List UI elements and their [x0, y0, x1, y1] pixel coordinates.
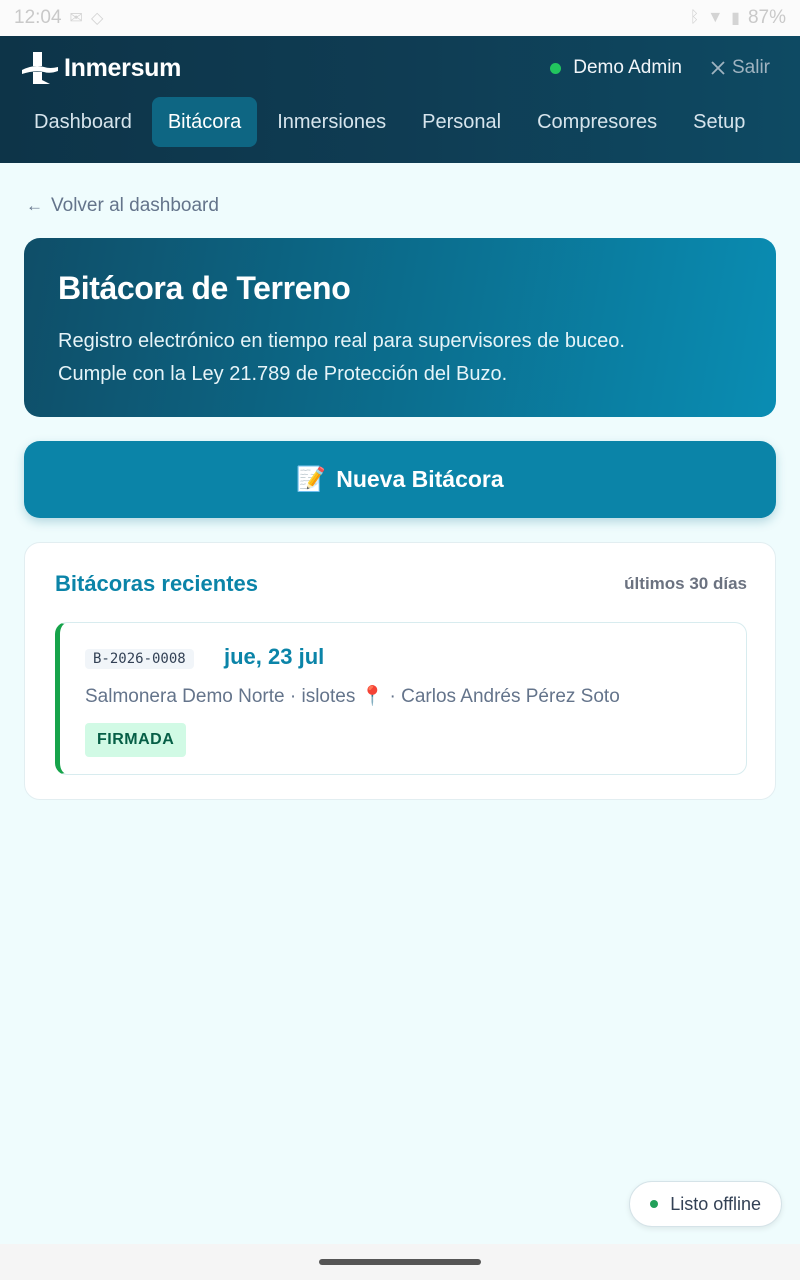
bitacora-date: jue, 23 jul: [224, 644, 325, 669]
offline-status-chip: Listo offline: [629, 1181, 782, 1227]
app-header: Inmersum Demo Admin Salir Dashboard Bitá…: [0, 36, 800, 163]
bitacora-code: B-2026-0008: [85, 649, 194, 669]
tab-inmersiones[interactable]: Inmersiones: [261, 97, 402, 147]
tab-setup[interactable]: Setup: [677, 97, 761, 147]
status-bar-left: 12:04 ✉ ◇: [14, 7, 103, 29]
description-line-1: Registro electrónico en tiempo real para…: [58, 330, 625, 352]
description-line-2: Cumple con la Ley 21.789 de Protección d…: [58, 363, 508, 385]
arrow-left-icon: ←: [26, 196, 43, 215]
offline-label: Listo offline: [670, 1193, 761, 1214]
inmersum-logo-icon: [22, 52, 58, 84]
recent-bitacoras-panel: Bitácoras recientes últimos 30 días B-20…: [24, 542, 776, 800]
back-to-dashboard-link[interactable]: ← Volver al dashboard: [26, 195, 219, 217]
main-nav: Dashboard Bitácora Inmersiones Personal …: [18, 97, 761, 147]
hero-banner: Bitácora de Terreno Registro electrónico…: [24, 238, 776, 417]
current-user: Demo Admin: [550, 57, 682, 79]
tab-dashboard[interactable]: Dashboard: [18, 97, 148, 147]
status-time: 12:04: [14, 7, 62, 28]
new-bitacora-button[interactable]: 📝 Nueva Bitácora: [24, 441, 776, 518]
back-label: Volver al dashboard: [51, 195, 219, 216]
status-badge: FIRMADA: [85, 723, 187, 757]
battery-level: 87%: [747, 7, 786, 28]
notification-icon: ◇: [90, 10, 104, 27]
logout-button[interactable]: Salir: [710, 57, 770, 79]
brand-logo[interactable]: Inmersum: [20, 50, 181, 86]
recent-title: Bitácoras recientes: [55, 571, 258, 596]
wifi-icon: ▼: [707, 9, 724, 26]
home-gesture-handle[interactable]: [319, 1259, 481, 1265]
tab-bitacora[interactable]: Bitácora: [151, 97, 258, 147]
tab-compresores[interactable]: Compresores: [521, 97, 673, 147]
memo-icon: 📝: [296, 466, 327, 493]
page-title: Bitácora de Terreno: [58, 270, 351, 306]
user-name: Demo Admin: [573, 57, 682, 78]
online-status-dot: [550, 62, 562, 74]
mail-icon: ✉: [69, 10, 83, 27]
tab-personal[interactable]: Personal: [406, 97, 517, 147]
recent-range: últimos 30 días: [624, 574, 747, 593]
battery-icon: ▮: [731, 10, 740, 27]
bluetooth-icon: ᛒ: [689, 9, 700, 26]
bitacora-meta: Salmonera Demo Norte · islotes 📍 · Carlo…: [85, 686, 620, 707]
status-bar-right: ᛒ ▼ ▮ 87%: [690, 7, 786, 29]
offline-status-dot: [650, 1200, 659, 1208]
status-bar: 12:04 ✉ ◇ ᛒ ▼ ▮ 87%: [0, 0, 800, 36]
system-nav-bar: [0, 1244, 800, 1280]
close-icon: [711, 61, 725, 75]
bitacora-entry[interactable]: B-2026-0008 jue, 23 jul Salmonera Demo N…: [55, 622, 747, 775]
page-description: Registro electrónico en tiempo real para…: [58, 325, 742, 391]
new-bitacora-label: Nueva Bitácora: [336, 466, 504, 492]
brand-name: Inmersum: [64, 53, 182, 82]
logout-label: Salir: [731, 57, 770, 78]
